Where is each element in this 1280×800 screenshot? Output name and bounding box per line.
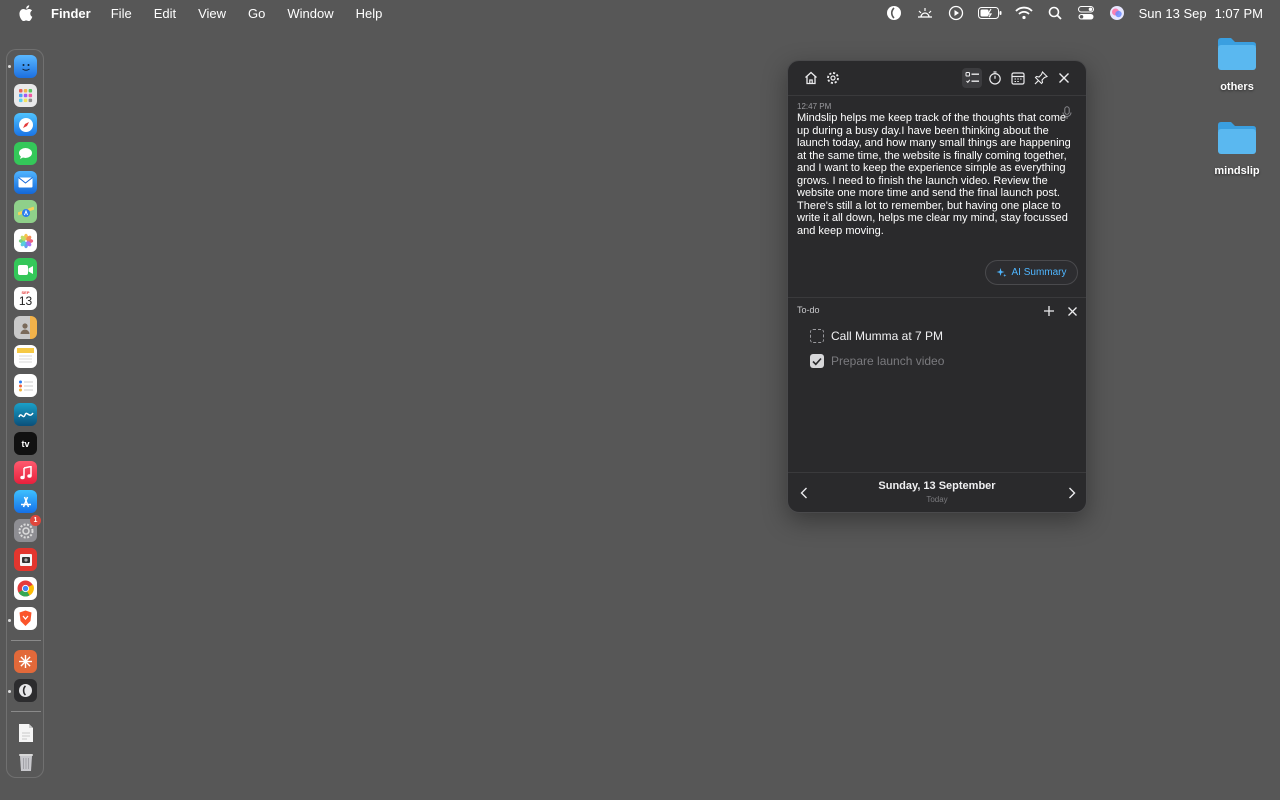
date-navigator: Sunday, 13 September Today xyxy=(788,473,1086,512)
launchpad-icon[interactable] xyxy=(14,84,37,107)
close-icon[interactable] xyxy=(1054,68,1074,88)
facetime-icon[interactable] xyxy=(14,258,37,281)
finder-icon[interactable] xyxy=(14,55,37,78)
photos-icon[interactable] xyxy=(14,229,37,252)
ai-summary-button[interactable]: AI Summary xyxy=(985,260,1078,285)
spotlight-search-icon[interactable] xyxy=(1046,4,1064,22)
dock-running-indicator xyxy=(8,690,11,693)
trash-icon[interactable] xyxy=(14,750,37,773)
status-area: Sun 13 Sep 1:07 PM xyxy=(885,0,1280,26)
todo-item-label: Prepare launch video xyxy=(831,354,945,368)
mindslip-status-icon[interactable] xyxy=(885,4,903,22)
menubar-clock[interactable]: Sun 13 Sep 1:07 PM xyxy=(1139,6,1263,21)
dock: SEP 13 tv 1 xyxy=(6,49,44,778)
desktop-folder-mindslip[interactable]: mindslip xyxy=(1207,121,1267,177)
toolbar-divider xyxy=(788,95,1086,96)
safari-icon[interactable] xyxy=(14,113,37,136)
panel-toolbar xyxy=(788,61,1086,95)
desktop-folder-others[interactable]: others xyxy=(1207,37,1267,93)
todo-checkbox[interactable] xyxy=(810,329,824,343)
menu-help[interactable]: Help xyxy=(356,6,383,21)
calendar-day: 13 xyxy=(18,293,33,308)
messages-icon[interactable] xyxy=(14,142,37,165)
app-store-icon[interactable] xyxy=(14,490,37,513)
apple-tv-icon[interactable]: tv xyxy=(14,432,37,455)
folder-label: others xyxy=(1220,81,1254,93)
photo-booth-icon[interactable] xyxy=(14,548,37,571)
todo-list-icon[interactable] xyxy=(962,68,982,88)
settings-update-badge: 1 xyxy=(30,515,41,526)
chrome-icon[interactable] xyxy=(14,577,37,600)
current-date: Sunday, 13 September xyxy=(878,480,996,492)
claude-icon[interactable] xyxy=(14,650,37,673)
todo-item[interactable]: Call Mumma at 7 PM xyxy=(810,327,943,345)
sparkle-icon xyxy=(996,268,1007,277)
checkmark-icon xyxy=(812,357,822,365)
notes-icon[interactable] xyxy=(14,345,37,368)
todo-item[interactable]: Prepare launch video xyxy=(810,352,944,370)
sunrise-icon[interactable] xyxy=(916,4,934,22)
folder-label: mindslip xyxy=(1214,165,1260,177)
document-icon[interactable] xyxy=(14,721,37,744)
dock-running-indicator xyxy=(8,619,11,622)
menubar-date: Sun 13 Sep xyxy=(1138,5,1207,21)
apple-tv-label: tv xyxy=(21,438,30,449)
menu-finder[interactable]: Finder xyxy=(51,6,91,21)
menu-file[interactable]: File xyxy=(111,6,132,21)
music-icon[interactable] xyxy=(14,461,37,484)
play-circle-icon[interactable] xyxy=(947,4,965,22)
folder-icon xyxy=(1216,37,1258,76)
menu-edit[interactable]: Edit xyxy=(154,6,176,21)
menubar-time: 1:07 PM xyxy=(1214,5,1263,21)
calendar-view-icon[interactable] xyxy=(1008,68,1028,88)
ai-summary-label: AI Summary xyxy=(1011,267,1067,278)
apple-menu-icon[interactable] xyxy=(15,5,37,21)
mindslip-panel: 12:47 PM Mindslip helps me keep track of… xyxy=(787,60,1087,513)
maps-icon[interactable] xyxy=(14,200,37,223)
brave-icon[interactable] xyxy=(14,607,37,630)
folder-icon xyxy=(1216,121,1258,160)
date-relative-label: Today xyxy=(926,495,948,504)
dock-separator xyxy=(11,640,41,641)
mail-icon[interactable] xyxy=(14,171,37,194)
battery-icon[interactable] xyxy=(977,4,1002,22)
mindslip-app-icon[interactable] xyxy=(14,679,37,702)
dock-separator xyxy=(11,711,41,712)
menu-go[interactable]: Go xyxy=(248,6,265,21)
todo-checkbox[interactable] xyxy=(810,354,824,368)
section-divider xyxy=(788,297,1086,298)
home-icon[interactable] xyxy=(801,68,821,88)
menu-bar: Finder File Edit View Go Window Help Sun… xyxy=(0,0,1280,26)
siri-icon[interactable] xyxy=(1108,4,1126,22)
timer-icon[interactable] xyxy=(985,68,1005,88)
note-timestamp: 12:47 PM xyxy=(797,102,832,111)
chevron-right-icon[interactable] xyxy=(1064,485,1080,501)
pin-icon[interactable] xyxy=(1031,68,1051,88)
reminders-icon[interactable] xyxy=(14,374,37,397)
wifi-icon[interactable] xyxy=(1014,4,1033,22)
close-icon[interactable] xyxy=(1064,303,1080,319)
calendar-icon[interactable]: SEP 13 xyxy=(14,287,37,310)
gear-icon[interactable] xyxy=(823,68,843,88)
contacts-icon[interactable] xyxy=(14,316,37,339)
todo-item-label: Call Mumma at 7 PM xyxy=(831,329,944,343)
control-center-icon[interactable] xyxy=(1077,4,1095,22)
system-settings-icon[interactable]: 1 xyxy=(14,515,41,542)
freeform-icon[interactable] xyxy=(14,403,37,426)
todo-section-title: To-do xyxy=(797,305,820,315)
note-textarea[interactable]: Mindslip helps me keep track of the thou… xyxy=(797,112,1077,237)
dock-running-indicator xyxy=(8,65,11,68)
menu-window[interactable]: Window xyxy=(287,6,333,21)
plus-icon[interactable] xyxy=(1041,303,1057,319)
menu-view[interactable]: View xyxy=(198,6,226,21)
